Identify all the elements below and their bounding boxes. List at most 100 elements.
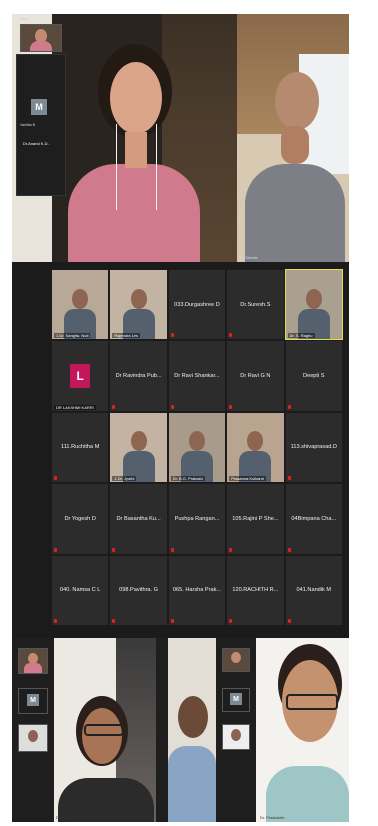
participant-face	[305, 288, 322, 309]
thumb-c[interactable]	[222, 724, 250, 750]
participant-name-b: Dr.Anand K.D..	[23, 141, 50, 146]
participant-tile[interactable]: Dr Yogesh D	[52, 484, 109, 554]
participant-name: Dr Ravindra Pub...	[115, 373, 162, 380]
mic-muted-icon	[170, 547, 174, 552]
mic-muted-icon	[287, 476, 291, 481]
participant-tile[interactable]: 04Bimpana Cha...	[285, 484, 342, 554]
self-view-body	[30, 41, 52, 51]
participant-tile[interactable]: 065. Harsha Prak...	[168, 555, 226, 625]
participant-name: Dr Yogesh D	[64, 515, 96, 522]
participant-face	[72, 288, 89, 309]
participant-caption: Dr. S. Raghu	[287, 333, 315, 339]
participant-body	[245, 164, 345, 262]
thumb-1-body	[24, 663, 42, 673]
participant-tile[interactable]: 1.Dr. Jyothi	[110, 412, 167, 483]
participant-tile[interactable]: 041.Nandik M	[285, 555, 342, 625]
participant-tile[interactable]: Dr Basantha Ku...	[110, 484, 167, 554]
person-head	[178, 696, 208, 738]
thumb-3-face	[28, 730, 38, 742]
participant-name: 113.shivaprasad.D	[290, 444, 337, 451]
self-view-thumbnail[interactable]	[20, 24, 62, 52]
mic-muted-icon	[112, 547, 116, 552]
person-face	[82, 708, 122, 764]
bottom-right-video[interactable]: M Dr. Prashanth	[216, 638, 349, 822]
participant-tile[interactable]: 040. Namsa C L	[52, 555, 109, 625]
participant-avatar[interactable]: M	[31, 99, 47, 115]
participant-tile[interactable]: 113.shivaprasad.D	[285, 412, 342, 483]
bottom-left-video[interactable]: M Dr. Mehta	[12, 638, 156, 822]
participant-tile[interactable]: 120.RACHITH R...	[227, 555, 284, 625]
participant-caption: Prasanna Kulkarni	[229, 476, 266, 482]
participant-tile[interactable]: Dr. S. Raghu	[284, 268, 343, 341]
participant-name: 120.RACHITH R...	[232, 587, 279, 594]
mic-muted-icon	[112, 404, 116, 409]
participant-avatar: L	[70, 364, 91, 389]
bottom-right-caption: Dr. Prashanth	[260, 815, 285, 820]
participant-name: Dr Ravi G N	[240, 373, 271, 380]
top-video-area: Dr. Sawant You M Vanitha B Dr.Anand K.D.…	[12, 14, 349, 262]
thumb-a-face	[231, 652, 241, 663]
participant-tile[interactable]: 033.Durgashree D	[168, 270, 226, 340]
participant-name: Dr Ravi Shankar...	[174, 373, 220, 380]
thumb-3[interactable]	[18, 724, 48, 752]
dark-strip	[156, 638, 168, 822]
participant-name: 111.Ruchitha M	[61, 444, 100, 451]
participant-tile[interactable]: 098.Pavithra. G	[110, 555, 167, 625]
participant-hand	[281, 126, 309, 164]
participant-tile[interactable]: Dr Ravindra Pub...	[110, 341, 167, 411]
mic-muted-icon	[287, 547, 291, 552]
participant-name: Deepti S	[303, 373, 325, 380]
participant-tile[interactable]: Pushpa Rangan...	[168, 484, 226, 554]
mic-muted-icon	[112, 618, 116, 623]
thumb-2[interactable]: M	[18, 688, 48, 714]
mic-muted-icon	[229, 547, 233, 552]
mic-muted-icon	[287, 404, 291, 409]
self-view-label: You	[20, 16, 27, 21]
participant-tile[interactable]: Prasanna Kulkarni	[227, 412, 284, 483]
participant-name: 098.Pavithra. G	[119, 587, 159, 594]
second-participant-video[interactable]: Dr. Shinde	[237, 14, 349, 262]
participant-tile[interactable]: Dr. B.G. Prakash	[168, 412, 226, 483]
mic-muted-icon	[54, 476, 57, 481]
participant-tile[interactable]: Deepti S	[285, 341, 342, 411]
participant-caption: Rajendra Urs	[112, 333, 140, 339]
participant-head	[275, 72, 319, 130]
participant-face	[130, 431, 147, 452]
participant-tile[interactable]: Dr Ravi Shankar...	[168, 341, 226, 411]
participant-name-a: Vanitha B	[20, 123, 35, 127]
person-body	[168, 746, 216, 822]
participant-name: 105.Rajini P She...	[232, 515, 279, 522]
mic-muted-icon	[54, 547, 57, 552]
participant-tile[interactable]: L DR LAKSHMI KARRI	[52, 341, 109, 411]
mic-muted-icon	[170, 333, 174, 338]
participant-tile[interactable]: 105.Rajini P She...	[227, 484, 284, 554]
mic-muted-icon	[170, 404, 174, 409]
speaker-neck	[125, 132, 147, 168]
thumb-a[interactable]	[222, 648, 250, 672]
right-sidebar-thumbs: M	[216, 638, 256, 822]
main-speaker-caption: Dr. Sawant	[14, 255, 34, 260]
mic-muted-icon	[170, 618, 174, 623]
thumb-1[interactable]	[18, 648, 48, 674]
participant-tile[interactable]: Rajendra Urs	[110, 270, 167, 340]
bottom-left-caption: Dr. Mehta	[56, 815, 74, 820]
thumb-b[interactable]: M	[222, 688, 250, 712]
glasses	[286, 694, 338, 710]
speaker-face	[110, 62, 162, 134]
mic-muted-icon	[287, 618, 291, 623]
participant-tile[interactable]: 1.Dr. Sangita. Nuti	[52, 270, 109, 340]
left-sidebar-thumbs: M	[12, 638, 54, 822]
earphone-wire	[156, 124, 157, 210]
mic-muted-icon	[54, 618, 57, 623]
thumb-b-avatar: M	[230, 693, 242, 705]
bottom-middle-video[interactable]	[156, 638, 216, 822]
participant-face	[247, 431, 264, 452]
participant-tile[interactable]: 111.Ruchitha M	[52, 412, 109, 483]
side-participant-panel: M Vanitha B Dr.Anand K.D..	[16, 54, 66, 196]
participant-tile[interactable]: Dr.Suresh.S	[227, 270, 284, 340]
participant-tile[interactable]: Dr Ravi G N	[227, 341, 284, 411]
participant-caption: Dr. B.G. Prakash	[170, 476, 205, 482]
person-body	[266, 766, 349, 822]
participant-name: Dr.Suresh.S	[240, 301, 271, 308]
thumb-2-avatar: M	[27, 694, 39, 706]
